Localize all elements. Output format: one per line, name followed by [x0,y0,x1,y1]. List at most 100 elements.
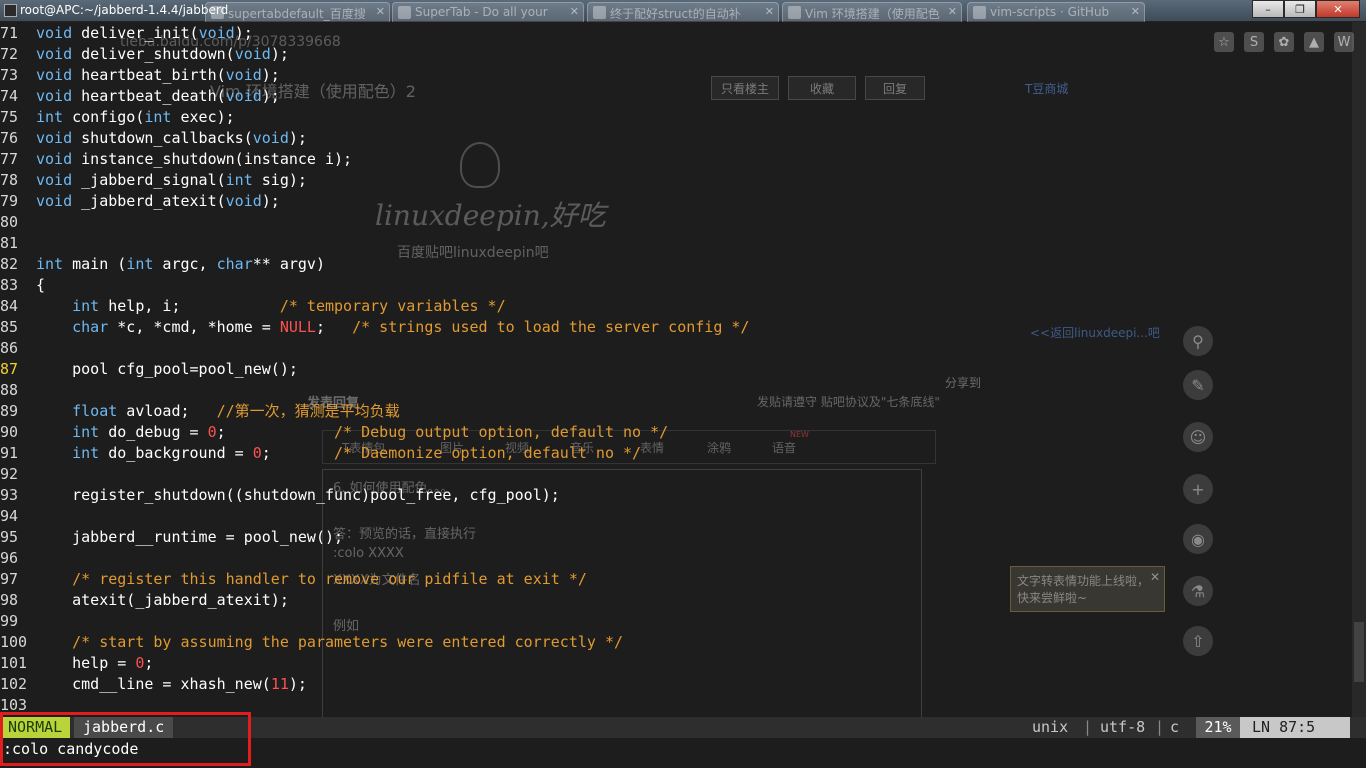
code-line[interactable]: 90 int do_debug = 0; /* Debug output opt… [0,422,668,443]
code-token: heartbeat_birth( [72,66,226,84]
window-titlebar[interactable]: root@APC:~/jabberd-1.4.4/jabberd superta… [0,0,1366,22]
code-line[interactable]: 80 [0,212,36,233]
code-token: instance_shutdown(instance i); [72,150,353,168]
line-number: 87 [0,360,19,378]
code-token: int [36,255,64,273]
line-number: 73 [0,66,19,84]
code-token: void [36,171,73,189]
code-line[interactable]: 83 { [0,275,45,296]
tab-favicon-icon [788,6,801,19]
terminal-icon [4,4,17,17]
code-line[interactable]: 77 void instance_shutdown(instance i); [0,149,352,170]
code-token: void [198,24,235,42]
code-line[interactable]: 89 float avload; //第一次，猜测是平均负载 [0,401,400,422]
close-icon[interactable]: ✕ [570,5,579,18]
file-type: c [1170,718,1180,736]
code-token: void [234,45,271,63]
tab-favicon-icon [211,6,224,19]
code-line[interactable]: 94 [0,506,36,527]
code-token: void [36,129,73,147]
close-button[interactable]: ✕ [1316,0,1360,18]
line-number: 88 [0,381,19,399]
code-token: ; [216,423,335,441]
file-encoding: utf-8 [1100,718,1146,736]
line-number: 94 [0,507,19,525]
code-line[interactable]: 96 [0,548,36,569]
code-token: do_debug = [99,423,208,441]
code-token: 11 [270,675,289,693]
code-token: ** argv) [252,255,325,273]
code-token: ; [315,318,353,336]
minimize-button[interactable]: – [1252,0,1284,18]
code-token: jabberd__runtime = pool_new(); [36,528,344,546]
code-line[interactable]: 73 void heartbeat_birth(void); [0,65,280,86]
line-number: 71 [0,24,19,42]
code-line[interactable]: 97 /* register this handler to remove ou… [0,569,587,590]
close-icon[interactable]: ✕ [376,5,385,18]
close-icon[interactable]: ✕ [1131,5,1140,18]
browser-tab[interactable]: Vim 环境搭建（使用配色 ✕ [782,2,962,22]
code-line[interactable]: 82 int main (int argc, char** argv) [0,254,325,275]
code-line[interactable]: 78 void _jabberd_signal(int sig); [0,170,307,191]
code-line[interactable]: 102 cmd__line = xhash_new(11); [0,674,307,695]
code-line[interactable]: 99 [0,611,36,632]
code-token: int [72,297,100,315]
browser-tab[interactable]: SuperTab - Do all your ✕ [392,2,584,22]
file-format: unix [1032,718,1069,736]
code-token: int [36,108,64,126]
code-line[interactable]: 85 char *c, *cmd, *home = NULL; /* strin… [0,317,749,338]
code-token: int [225,171,253,189]
close-icon[interactable]: ✕ [765,5,774,18]
code-token: void [36,45,73,63]
code-line[interactable]: 75 int configo(int exec); [0,107,235,128]
code-line[interactable]: 81 [0,233,36,254]
line-number: 77 [0,150,19,168]
code-line[interactable]: 88 [0,380,36,401]
code-line[interactable]: 76 void shutdown_callbacks(void); [0,128,307,149]
code-token: /* Debug output option, default no */ [334,423,669,441]
code-line[interactable]: 101 help = 0; [0,653,153,674]
code-token: do_background = [99,444,253,462]
line-number: 79 [0,192,19,210]
code-line[interactable]: 87 pool cfg_pool=pool_new(); [0,359,298,380]
line-number: 96 [0,549,19,567]
code-line[interactable]: 98 atexit(_jabberd_atexit); [0,590,289,611]
code-line[interactable]: 72 void deliver_shutdown(void); [0,44,289,65]
code-line[interactable]: 92 [0,464,36,485]
code-token: void [252,129,289,147]
code-token: /* register this handler to remove our p… [72,570,587,588]
line-number: 84 [0,297,19,315]
browser-tab[interactable]: vim-scripts · GitHub ✕ [967,2,1145,22]
browser-tab[interactable]: supertabdefault_百度搜 ✕ [205,2,390,22]
code-token: void [36,192,73,210]
line-number: 80 [0,213,19,231]
line-number: 90 [0,423,19,441]
code-token: main ( [63,255,127,273]
code-token: ); [261,192,280,210]
browser-tab[interactable]: 终于配好struct的自动补 ✕ [587,2,779,22]
code-line[interactable]: 74 void heartbeat_death(void); [0,86,280,107]
code-token: ); [270,45,289,63]
browser-tab-label: SuperTab - Do all your [415,5,548,19]
vim-buffer[interactable]: 71 void deliver_init(void); 72 void deliver… [0,23,1366,717]
code-line[interactable]: 79 void _jabberd_atexit(void); [0,191,280,212]
code-line[interactable]: 95 jabberd__runtime = pool_new(); [0,527,343,548]
code-line[interactable]: 91 int do_background = 0; /* Daemonize o… [0,443,641,464]
code-token: void [36,24,73,42]
code-line[interactable]: 100 /* start by assuming the parameters … [0,632,623,653]
code-line[interactable]: 71 void deliver_init(void); [0,23,253,44]
browser-tab-label: 终于配好struct的自动补 [610,7,741,21]
code-token: *c, *cmd, *home = [108,318,280,336]
maximize-button[interactable]: ❐ [1284,0,1316,18]
code-token: exec); [171,108,235,126]
code-line[interactable]: 86 [0,338,36,359]
code-line[interactable]: 84 int help, i; /* temporary variables *… [0,296,506,317]
close-icon[interactable]: ✕ [948,5,957,18]
code-line[interactable]: 93 register_shutdown((shutdown_func)pool… [0,485,560,506]
code-token: char [216,255,253,273]
code-token: ); [261,66,280,84]
browser-tab-label: Vim 环境搭建（使用配色 [805,7,940,21]
